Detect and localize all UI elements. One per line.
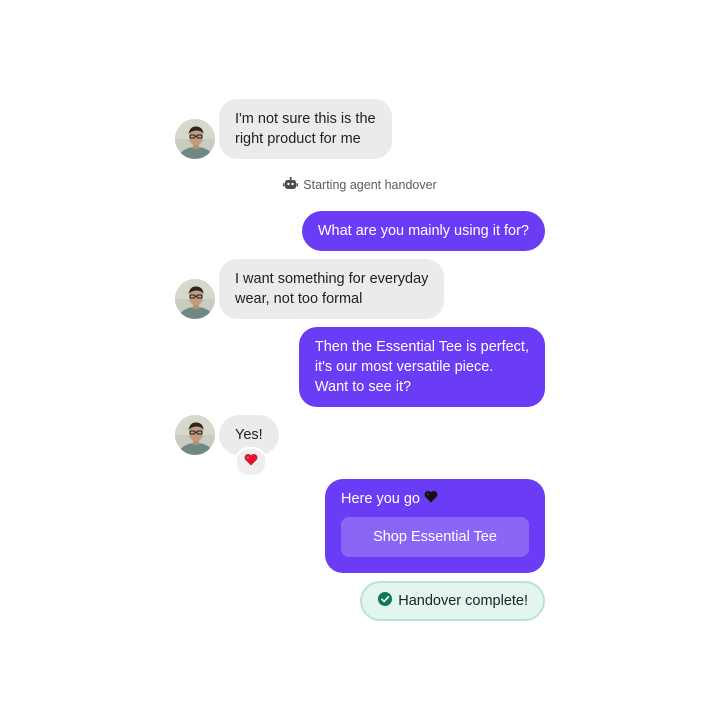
outgoing-message: Then the Essential Tee is perfect, it's … — [298, 327, 545, 407]
outgoing-message: What are you mainly using it for? — [301, 211, 545, 251]
heart-reaction[interactable] — [235, 447, 267, 477]
incoming-message: I want something for everyday wear, not … — [219, 259, 445, 319]
handover-status-badge: Handover complete! — [360, 581, 545, 621]
system-notice: Starting agent handover — [175, 176, 545, 194]
chat-thread: I'm not sure this is the right product f… — [175, 0, 545, 720]
message-text: What are you mainly using it for? — [317, 223, 529, 239]
message-text: I'm not sure this is the right product f… — [235, 111, 376, 147]
customer-avatar — [175, 279, 215, 319]
check-circle-icon — [378, 592, 393, 610]
system-notice-text: Starting agent handover — [303, 178, 437, 192]
message-text: Yes! — [235, 427, 263, 443]
robot-icon — [283, 176, 299, 193]
shop-essential-tee-button[interactable]: Shop Essential Tee — [341, 517, 529, 557]
black-heart-icon — [424, 489, 438, 509]
heart-icon — [244, 453, 258, 471]
message-text: I want something for everyday wear, not … — [235, 271, 429, 307]
product-card-message: Here you go — [341, 489, 438, 509]
message-text: Then the Essential Tee is perfect, it's … — [314, 339, 529, 395]
customer-avatar — [175, 415, 215, 455]
customer-avatar — [175, 119, 215, 159]
handover-status-text: Handover complete! — [398, 593, 528, 609]
product-card: Here you go Shop Essential Tee — [325, 479, 545, 573]
product-card-text: Here you go — [341, 491, 420, 507]
incoming-message: I'm not sure this is the right product f… — [219, 99, 392, 159]
